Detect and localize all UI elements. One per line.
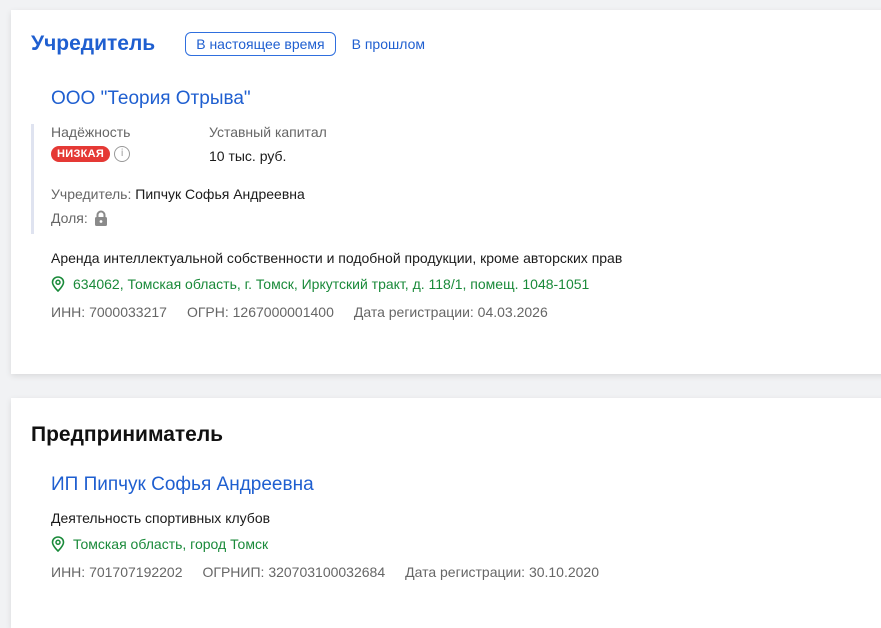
entrepreneur-name-link[interactable]: ИП Пипчук Софья Андреевна	[51, 474, 314, 496]
entrepreneur-activity: Деятельность спортивных клубов	[51, 510, 271, 526]
capital-block: Уставный капитал 10 тыс. руб.	[209, 124, 327, 164]
founder-line: Учредитель: Пипчук Софья Андреевна	[51, 186, 305, 202]
company-ogrn: ОГРН: 1267000001400	[186, 304, 334, 320]
entrepreneur-address: Томская область, город Томск	[51, 536, 269, 553]
company-inn: ИНН: 7000033217	[51, 304, 167, 320]
entrepreneur-reg-date: Дата регистрации: 30.10.2020	[405, 564, 600, 580]
reliability-badge: НИЗКАЯ	[51, 146, 111, 162]
founder-label: Учредитель:	[51, 186, 132, 202]
founder-heading-row: Учредитель В настоящее время В прошлом	[31, 32, 425, 56]
reliability-badge-row: НИЗКАЯ i	[51, 146, 131, 162]
lock-icon	[94, 210, 108, 226]
entrepreneur-inn: ИНН: 701707192202	[51, 564, 183, 580]
company-reg-date: Дата регистрации: 04.03.2026	[353, 304, 548, 320]
company-activity: Аренда интеллектуальной собственности и …	[51, 250, 623, 266]
founder-name: Пипчук Софья Андреевна	[135, 186, 305, 202]
location-pin-icon	[51, 536, 65, 553]
entrepreneur-ogrnip: ОГРНИП: 320703100032684	[202, 564, 386, 580]
location-pin-icon	[51, 276, 65, 293]
reliability-block: Надёжность НИЗКАЯ i	[51, 124, 130, 162]
entrepreneur-card: Предприниматель ИП Пипчук Софья Андреевн…	[11, 398, 881, 628]
tab-current[interactable]: В настоящее время	[185, 32, 336, 56]
company-ids-row: ИНН: 7000033217 ОГРН: 1267000001400 Дата…	[51, 304, 548, 320]
share-line: Доля:	[51, 210, 108, 226]
tab-past[interactable]: В прошлом	[352, 36, 425, 52]
company-address-text: 634062, Томская область, г. Томск, Иркут…	[73, 276, 590, 292]
share-label: Доля:	[51, 210, 88, 226]
info-icon[interactable]: i	[114, 146, 131, 162]
founder-section-title: Учредитель	[31, 32, 156, 55]
entrepreneur-section-title: Предприниматель	[31, 423, 224, 446]
company-name-link[interactable]: ООО "Теория Отрыва"	[51, 88, 251, 110]
capital-label: Уставный капитал	[209, 124, 327, 140]
company-address: 634062, Томская область, г. Томск, Иркут…	[51, 276, 590, 293]
entrepreneur-address-text: Томская область, город Томск	[73, 536, 269, 552]
entrepreneur-ids-row: ИНН: 701707192202 ОГРНИП: 32070310003268…	[51, 564, 599, 580]
founder-card: Учредитель В настоящее время В прошлом О…	[11, 10, 881, 374]
reliability-label: Надёжность	[51, 124, 131, 140]
company-divider	[31, 124, 34, 234]
capital-value: 10 тыс. руб.	[209, 148, 287, 164]
